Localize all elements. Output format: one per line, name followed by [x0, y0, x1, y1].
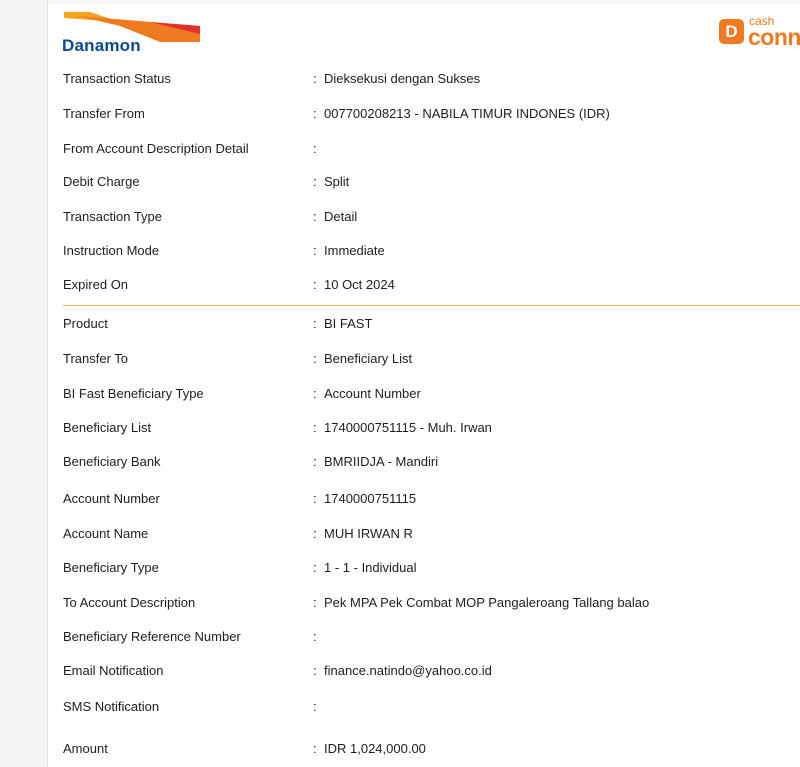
field-label: Transaction Status [63, 71, 171, 86]
cash-logo-large-text: conn [748, 24, 800, 50]
detail-row-account-number: Account Number : 1740000751115 [63, 489, 800, 509]
field-separator: : [313, 386, 317, 401]
field-label: Beneficiary Reference Number [63, 629, 241, 644]
field-value: BI FAST [324, 316, 373, 331]
field-label: To Account Description [63, 595, 196, 610]
detail-row-beneficiary-list: Beneficiary List : 1740000751115 - Muh. … [63, 418, 800, 438]
field-label: Amount [63, 741, 108, 756]
cash-connect-logo: D cash conn [719, 12, 800, 52]
detail-row-instruction-mode: Instruction Mode : Immediate [63, 241, 800, 261]
field-separator: : [313, 629, 317, 644]
detail-row-account-name: Account Name : MUH IRWAN R [63, 524, 800, 544]
field-value: finance.natindo@yahoo.co.id [324, 663, 492, 678]
field-separator: : [313, 699, 317, 714]
cash-connect-d-icon: D [719, 19, 744, 44]
field-value: Detail [324, 209, 358, 224]
field-separator: : [313, 351, 317, 366]
field-separator: : [313, 491, 317, 506]
field-value: MUH IRWAN R [324, 526, 413, 541]
field-label: Instruction Mode [63, 243, 160, 258]
detail-row-amount: Amount : IDR 1,024,000.00 [63, 739, 800, 759]
field-label: Debit Charge [63, 174, 140, 189]
detail-row-expired-on: Expired On : 10 Oct 2024 [63, 275, 800, 295]
field-value: 1 - 1 - Individual [324, 560, 417, 575]
field-separator: : [313, 595, 317, 610]
detail-row-beneficiary-type: Beneficiary Type : 1 - 1 - Individual [63, 558, 800, 578]
detail-row-transfer-from: Transfer From : 007700208213 - NABILA TI… [63, 104, 800, 124]
detail-row-from-account-description: From Account Description Detail : [63, 139, 800, 159]
field-label: Email Notification [63, 663, 164, 678]
header: Danamon D cash conn [48, 4, 800, 58]
field-separator: : [313, 560, 317, 575]
danamon-logo-text: Danamon [62, 36, 141, 55]
field-separator: : [313, 277, 317, 292]
field-separator: : [313, 420, 317, 435]
field-separator: : [313, 71, 317, 86]
field-label: BI Fast Beneficiary Type [63, 386, 204, 401]
field-separator: : [313, 316, 317, 331]
detail-row-bi-fast-beneficiary-type: BI Fast Beneficiary Type : Account Numbe… [63, 384, 800, 404]
detail-row-beneficiary-reference-number: Beneficiary Reference Number : [63, 627, 800, 647]
field-separator: : [313, 243, 317, 258]
field-value: 10 Oct 2024 [324, 277, 395, 292]
field-label: Transfer From [63, 106, 145, 121]
field-label: SMS Notification [63, 699, 160, 714]
detail-row-email-notification: Email Notification : finance.natindo@yah… [63, 661, 800, 681]
field-value: Beneficiary List [324, 351, 413, 366]
field-label: From Account Description Detail [63, 141, 249, 156]
field-value: Pek MPA Pek Combat MOP Pangaleroang Tall… [324, 595, 650, 610]
field-separator: : [313, 209, 317, 224]
section-divider [63, 305, 800, 306]
danamon-logo: Danamon [60, 12, 220, 56]
field-value: Immediate [324, 243, 385, 258]
field-value: 1740000751115 - Muh. Irwan [324, 420, 492, 435]
field-separator: : [313, 526, 317, 541]
detail-row-product: Product : BI FAST [63, 314, 800, 334]
detail-row-debit-charge: Debit Charge : Split [63, 172, 800, 192]
field-separator: : [313, 741, 317, 756]
detail-row-to-account-description: To Account Description : Pek MPA Pek Com… [63, 593, 800, 613]
field-separator: : [313, 663, 317, 678]
field-separator: : [313, 454, 317, 469]
field-value: Account Number [324, 386, 421, 401]
field-label: Transfer To [63, 351, 129, 366]
left-panel-strip [0, 0, 48, 767]
field-separator: : [313, 106, 317, 121]
field-value: 1740000751115 [324, 491, 417, 506]
detail-row-transaction-type: Transaction Type : Detail [63, 207, 800, 227]
detail-row-sms-notification: SMS Notification : [63, 697, 800, 717]
field-label: Account Number [63, 491, 160, 506]
field-value: Split [324, 174, 350, 189]
field-label: Beneficiary List [63, 420, 152, 435]
detail-row-transaction-status: Transaction Status : Dieksekusi dengan S… [63, 69, 800, 89]
detail-row-beneficiary-bank: Beneficiary Bank : BMRIIDJA - Mandiri [63, 452, 800, 472]
field-label: Beneficiary Type [63, 560, 159, 575]
field-value: IDR 1,024,000.00 [324, 741, 426, 756]
detail-row-transfer-to: Transfer To : Beneficiary List [63, 349, 800, 369]
field-label: Beneficiary Bank [63, 454, 161, 469]
field-label: Product [63, 316, 108, 331]
field-separator: : [313, 174, 317, 189]
field-value: 007700208213 - NABILA TIMUR INDONES (IDR… [324, 106, 610, 121]
field-label: Transaction Type [63, 209, 162, 224]
field-value: BMRIIDJA - Mandiri [324, 454, 439, 469]
field-value: Dieksekusi dengan Sukses [324, 71, 481, 86]
field-separator: : [313, 141, 317, 156]
field-label: Account Name [63, 526, 149, 541]
field-label: Expired On [63, 277, 129, 292]
